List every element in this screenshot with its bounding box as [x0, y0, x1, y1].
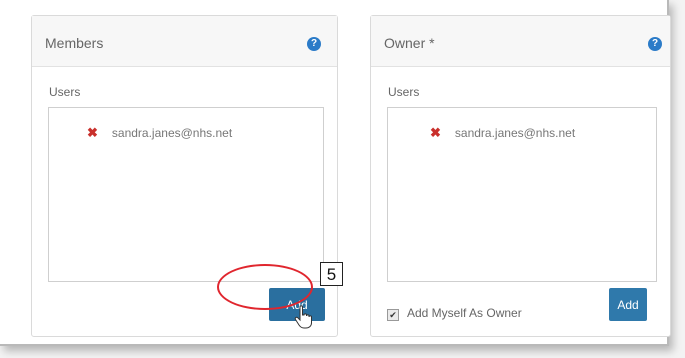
members-user-list: ✖ sandra.janes@nhs.net [48, 107, 324, 282]
owner-users-label: Users [388, 85, 420, 99]
owner-title: Owner * [384, 35, 435, 51]
list-item: ✖ sandra.janes@nhs.net [87, 125, 232, 141]
add-myself-owner-row[interactable]: ✔ Add Myself As Owner [387, 306, 522, 321]
add-owner-button[interactable]: Add [609, 288, 647, 321]
members-panel-header: Members ? [32, 16, 337, 67]
add-myself-owner-checkbox[interactable]: ✔ [387, 309, 399, 321]
members-panel: Members ? Users ✖ sandra.janes@nhs.net Ad… [31, 15, 338, 337]
add-member-button[interactable]: Add [269, 288, 325, 321]
help-icon[interactable]: ? [648, 37, 662, 51]
remove-user-icon[interactable]: ✖ [87, 125, 98, 141]
owner-user-list: ✖ sandra.janes@nhs.net [387, 107, 657, 282]
step-number-badge: 5 [320, 262, 343, 286]
user-email: sandra.janes@nhs.net [111, 126, 233, 140]
remove-user-icon[interactable]: ✖ [430, 125, 441, 141]
owner-panel: Owner * ? Users ✖ sandra.janes@nhs.net ✔ A… [370, 15, 671, 337]
members-title: Members [45, 35, 104, 51]
add-myself-owner-label: Add Myself As Owner [407, 306, 522, 320]
user-email: sandra.janes@nhs.net [454, 126, 576, 140]
owner-panel-header: Owner * ? [371, 16, 670, 67]
members-users-label: Users [49, 85, 81, 99]
help-icon[interactable]: ? [307, 37, 321, 51]
list-item: ✖ sandra.janes@nhs.net [430, 125, 575, 141]
